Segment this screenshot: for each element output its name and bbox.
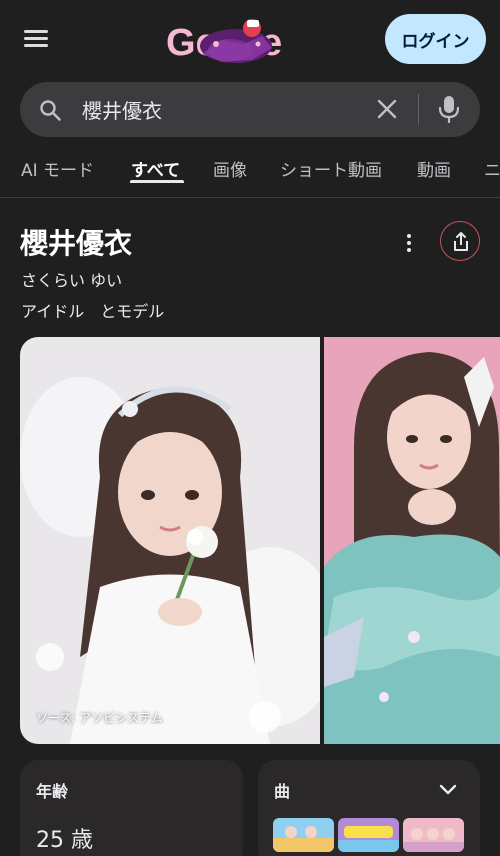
entity-reading: さくらい ゆい [21,271,123,290]
tab-short-videos[interactable]: ショート動画 [280,156,382,181]
search-input[interactable] [82,94,372,124]
tab-ai-mode[interactable]: AI モード [21,156,94,181]
entity-photo-secondary[interactable] [324,337,500,744]
chevron-down-icon[interactable] [438,780,458,798]
songs-card[interactable]: 曲 [258,760,480,856]
search-tabs: AI モード すべて 画像 ショート動画 動画 ニ [0,152,500,198]
close-icon[interactable] [374,96,400,122]
song-thumbnail-image [338,818,399,852]
age-label: 年齢 [36,782,69,801]
tab-images[interactable]: 画像 [213,156,247,181]
mic-icon[interactable] [438,95,460,123]
doodle-art-icon [200,19,272,63]
portrait-image-white [20,337,320,744]
song-thumbnail-image [273,818,334,852]
song-thumbnail-image [403,818,464,852]
more-vert-icon[interactable] [399,232,419,254]
entity-description: アイドル とモデル [21,302,165,321]
tab-news[interactable]: ニ [484,156,500,181]
search-icon[interactable] [38,98,62,122]
songs-label: 曲 [274,782,291,801]
google-doodle-logo[interactable]: Ge gle [166,14,336,72]
login-button[interactable]: ログイン [385,14,486,64]
menu-icon[interactable] [24,28,50,50]
top-bar: Ge gle ログイン [0,0,500,80]
entity-title: 櫻井優衣 [20,227,133,260]
tab-videos[interactable]: 動画 [417,156,451,181]
search-bar[interactable] [20,82,480,137]
photo-source-caption: ソース: アソビシステム [36,711,163,725]
entity-photo-main[interactable]: ソース: アソビシステム [20,337,320,744]
portrait-image-pink [324,337,500,744]
share-button[interactable] [440,221,480,261]
song-thumbnail[interactable] [338,818,399,852]
song-thumbnail[interactable] [273,818,334,852]
active-tab-indicator [130,180,184,183]
age-value: 25 歳 [36,828,93,853]
song-thumbnail[interactable] [403,818,464,852]
share-icon [454,232,468,251]
tab-all[interactable]: すべて [131,156,180,181]
age-card[interactable]: 年齢 25 歳 [20,760,243,856]
search-divider [418,94,419,125]
